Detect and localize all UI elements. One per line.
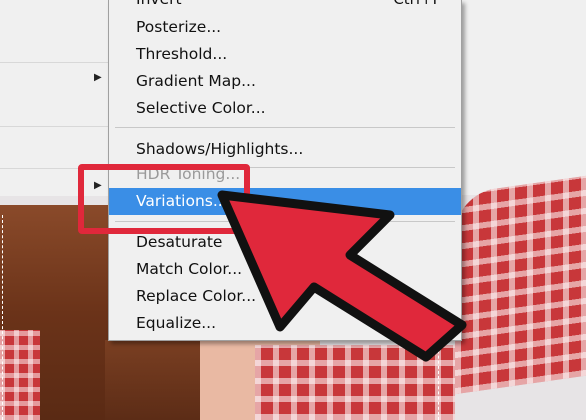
parent-menu-separator [0,126,108,127]
menu-item-gradient-map[interactable]: Gradient Map... [109,68,461,95]
selection-marquee-left [2,215,43,420]
menu-item-label: Shadows/Highlights... [136,140,304,158]
menu-item-posterize[interactable]: Posterize... [109,14,461,41]
menu-item-label: Gradient Map... [136,72,256,90]
parent-menu-separator [0,62,108,63]
menu-item-selective-color[interactable]: Selective Color... [109,95,461,122]
pointer-arrow-annotation [217,190,467,362]
menu-separator [115,127,455,128]
submenu-arrow-icon: ▶ [94,72,102,83]
arrow-icon [217,190,467,362]
menu-item-shadows-highlights[interactable]: Shadows/Highlights... [109,136,461,163]
menu-item-label: Selective Color... [136,99,266,117]
menu-item-label: Posterize... [136,18,222,36]
menu-item-invert[interactable]: Invert Ctrl+I [109,0,461,13]
menu-item-shortcut: Ctrl+I [393,0,437,13]
menu-item-label: Threshold... [136,45,228,63]
menu-item-threshold[interactable]: Threshold... [109,41,461,68]
menu-item-label: Invert [136,0,182,8]
